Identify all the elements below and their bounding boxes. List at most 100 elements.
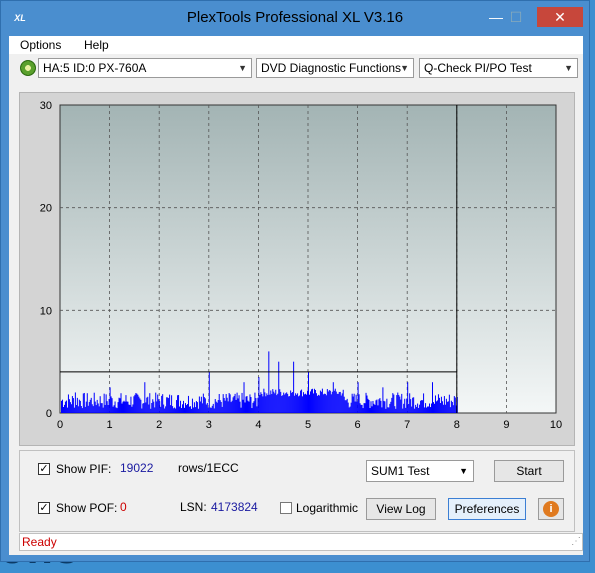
- pi-bar: [430, 407, 432, 413]
- pi-bar: [329, 390, 331, 413]
- menu-options[interactable]: Options: [20, 38, 61, 52]
- maximize-button[interactable]: ☐: [503, 7, 529, 27]
- pi-bar: [371, 406, 373, 413]
- pi-bar: [220, 401, 222, 413]
- pi-bar: [334, 388, 336, 413]
- pi-bar: [229, 394, 231, 413]
- pi-bar: [75, 405, 77, 413]
- pof-value: 0: [120, 500, 127, 514]
- close-button[interactable]: ✕: [537, 7, 583, 27]
- pi-bar: [83, 392, 85, 413]
- pi-bar: [196, 402, 198, 413]
- pi-bar: [139, 398, 141, 413]
- pi-bar: [200, 396, 202, 413]
- pi-bar: [76, 397, 78, 413]
- pi-bar: [129, 405, 131, 413]
- show-pif-checkbox[interactable]: ✓: [38, 463, 50, 475]
- pi-bar: [199, 401, 201, 413]
- show-pof-checkbox[interactable]: ✓: [38, 502, 50, 514]
- pi-bar: [184, 403, 186, 413]
- pi-bar: [192, 407, 194, 413]
- pi-bar: [326, 389, 328, 413]
- pi-bar: [143, 403, 145, 413]
- preferences-button[interactable]: Preferences: [448, 498, 526, 520]
- plot-area: [59, 104, 557, 414]
- pi-bar: [436, 400, 438, 413]
- pi-bar: [146, 397, 148, 413]
- pi-bar: [285, 393, 287, 413]
- pi-bar: [266, 393, 268, 413]
- pi-bar: [370, 401, 372, 413]
- test-select[interactable]: Q-Check PI/PO Test ▼: [419, 58, 578, 78]
- menu-help[interactable]: Help: [84, 38, 109, 52]
- info-button[interactable]: i: [538, 498, 564, 520]
- pi-bar: [161, 395, 163, 413]
- pi-bar: [335, 391, 337, 413]
- pi-bar: [443, 396, 445, 413]
- pi-bar: [110, 396, 112, 413]
- pi-bar: [125, 395, 127, 413]
- pi-bar: [328, 390, 330, 413]
- pi-bar: [121, 403, 123, 413]
- pi-bar: [301, 389, 303, 413]
- pi-bar: [223, 398, 225, 413]
- pi-bar: [244, 402, 246, 413]
- pi-bar: [195, 401, 197, 413]
- pi-bar: [189, 406, 191, 413]
- x-tick-label: 8: [454, 419, 460, 431]
- chevron-down-icon: ▼: [459, 466, 468, 476]
- pi-bar: [434, 395, 436, 413]
- pi-bar: [72, 398, 74, 413]
- x-tick-label: 10: [550, 419, 562, 431]
- pi-bar: [131, 406, 133, 413]
- pi-bar: [388, 407, 390, 413]
- pi-bar: [309, 391, 311, 413]
- pi-bar: [251, 408, 253, 413]
- pi-bar: [108, 398, 110, 413]
- pi-bar: [213, 408, 215, 413]
- pi-bar: [243, 382, 245, 413]
- pi-bar: [176, 400, 178, 413]
- pi-bar: [175, 408, 177, 413]
- pi-bar: [216, 402, 218, 413]
- pi-bar: [247, 400, 249, 413]
- pi-bar: [295, 393, 297, 413]
- title-bar[interactable]: XL PlexTools Professional XL V3.16 — ☐ ✕: [1, 1, 589, 35]
- pi-bar: [337, 393, 339, 413]
- pi-bar: [114, 401, 116, 413]
- drive-select[interactable]: HA:5 ID:0 PX-760A ▼: [38, 58, 252, 78]
- pi-bar: [172, 406, 174, 413]
- pi-bar: [106, 401, 108, 413]
- pi-bar: [160, 406, 162, 413]
- function-select[interactable]: DVD Diagnostic Functions ▼: [256, 58, 414, 78]
- pi-bar: [207, 407, 209, 413]
- pi-bar: [89, 399, 91, 413]
- pi-bar: [78, 399, 80, 413]
- pi-bar: [418, 407, 420, 413]
- y-tick-label: 30: [40, 100, 52, 112]
- view-log-button[interactable]: View Log: [366, 498, 436, 520]
- start-button[interactable]: Start: [494, 460, 564, 482]
- pi-bar: [396, 395, 398, 413]
- pi-bar: [355, 394, 357, 413]
- show-pof-label: Show POF:: [56, 501, 118, 515]
- pi-bar: [177, 395, 179, 413]
- pi-bar: [404, 398, 406, 413]
- pi-bar: [361, 404, 363, 413]
- pi-bar: [323, 393, 325, 413]
- pi-bar: [154, 407, 156, 413]
- pi-bar: [304, 394, 306, 413]
- logarithmic-checkbox[interactable]: [280, 502, 292, 514]
- pi-bar: [351, 393, 353, 413]
- pi-bar: [252, 402, 254, 413]
- pi-bar: [262, 396, 264, 413]
- pi-bar: [400, 399, 402, 413]
- pi-bar: [413, 397, 415, 413]
- chevron-down-icon: ▼: [238, 63, 247, 73]
- sum-test-select[interactable]: SUM1 Test ▼: [366, 460, 474, 482]
- pi-bar: [346, 398, 348, 413]
- pi-bar: [236, 392, 238, 413]
- pif-value: 19022: [120, 461, 154, 475]
- pi-bar: [206, 402, 208, 413]
- resize-grip-icon[interactable]: ⋰: [571, 536, 581, 547]
